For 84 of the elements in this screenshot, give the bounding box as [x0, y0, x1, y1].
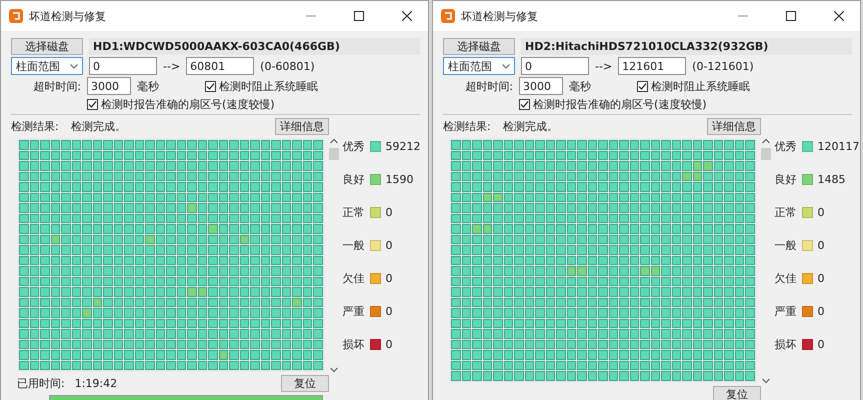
checkbox[interactable] — [87, 99, 98, 110]
chevron-icon — [70, 64, 78, 68]
reset-button[interactable]: 复位 — [713, 386, 761, 400]
legend-label: 良好 — [342, 172, 364, 186]
legend-label: 良好 — [774, 172, 796, 186]
legend-label: 损坏 — [774, 336, 796, 352]
legend-count: 0 — [818, 338, 824, 350]
range-hint: (0-121601) — [692, 60, 754, 72]
legend-label: 欠佳 — [342, 270, 364, 286]
legend-count: 1485 — [818, 172, 846, 186]
range-start-field[interactable]: 0 — [521, 57, 589, 75]
range-arrow: --> — [163, 60, 180, 72]
range-end-field[interactable]: 60801 — [186, 57, 254, 75]
legend-count: 0 — [386, 238, 392, 252]
select-disk-button[interactable]: 选择磁盘 — [11, 38, 83, 54]
maximize-icon — [354, 11, 364, 21]
legend-count: 0 — [818, 272, 824, 284]
legend-label: 严重 — [342, 304, 364, 318]
maximize-icon — [786, 11, 796, 21]
timeout-label: 超时时间: — [32, 78, 81, 94]
legend-count: 120117 — [818, 140, 860, 152]
checkbox[interactable] — [637, 80, 648, 92]
result-text: 检测完成。 — [71, 118, 126, 134]
range-arrow: --> — [595, 60, 612, 72]
checkbox[interactable] — [205, 80, 216, 92]
range-start-field[interactable]: 0 — [89, 57, 157, 75]
scroll-down-icon[interactable] — [330, 367, 338, 373]
minimize-icon — [306, 15, 316, 17]
option-label: 检测时报告准确的扇区号(速度较慢) — [101, 97, 275, 112]
legend-label: 一般 — [774, 238, 796, 252]
scrollbar-thumb[interactable] — [328, 148, 338, 160]
scroll-down-icon[interactable] — [762, 378, 770, 384]
timeout-label: 超时时间: — [464, 78, 513, 94]
disk-name: HD1:WDCWD5000AAKX-603CA0(466GB) — [89, 38, 420, 54]
legend-label: 损坏 — [342, 336, 364, 352]
close-icon — [834, 11, 844, 21]
legend-count: 0 — [386, 304, 392, 318]
timeout-field[interactable]: 3000 — [87, 77, 131, 95]
legend-count: 59212 — [386, 140, 420, 152]
disk-name: HD2:HitachiHDS721010CLA332(932GB) — [521, 38, 852, 54]
reset-button[interactable]: 复位 — [281, 375, 329, 392]
timeout-field[interactable]: 3000 — [519, 77, 563, 95]
window-title: 坏道检测与修复 — [461, 8, 539, 24]
result-label: 检测结果: — [443, 118, 492, 134]
legend-label: 一般 — [342, 238, 364, 252]
app-icon — [441, 9, 455, 23]
checkbox[interactable] — [519, 99, 530, 110]
range-dropdown[interactable]: 柱面范围 — [443, 57, 515, 75]
details-button[interactable]: 详细信息 — [275, 118, 329, 134]
app-icon — [9, 9, 23, 23]
legend-label: 优秀 — [342, 138, 364, 154]
minimize-icon — [738, 15, 748, 17]
scroll-up-icon[interactable] — [762, 138, 770, 144]
details-button[interactable]: 详细信息 — [707, 118, 761, 134]
option-label: 检测时阻止系统睡眠 — [651, 78, 750, 94]
legend-label: 严重 — [774, 304, 796, 318]
legend-count: 0 — [818, 206, 824, 218]
timeout-unit: 毫秒 — [569, 78, 591, 94]
legend-count: 0 — [386, 338, 392, 350]
legend-count: 0 — [818, 304, 824, 318]
scroll-up-icon[interactable] — [330, 138, 338, 144]
legend-label: 正常 — [774, 204, 796, 220]
range-hint: (0-60801) — [260, 60, 315, 72]
legend-label: 正常 — [342, 204, 364, 220]
chevron-icon — [502, 64, 510, 68]
result-text: 检测完成。 — [503, 118, 558, 134]
timeout-unit: 毫秒 — [137, 78, 159, 94]
scrollbar-thumb[interactable] — [760, 148, 770, 160]
elapsed-label: 已用时间: — [17, 376, 65, 391]
legend-count: 0 — [386, 272, 392, 284]
range-end-field[interactable]: 121601 — [618, 57, 686, 75]
legend-count: 1590 — [386, 172, 414, 186]
range-dropdown[interactable]: 柱面范围 — [11, 57, 83, 75]
select-disk-button[interactable]: 选择磁盘 — [443, 38, 515, 54]
result-label: 检测结果: — [11, 118, 60, 134]
elapsed-time: 1:19:42 — [74, 377, 118, 390]
legend-count: 0 — [386, 206, 392, 218]
legend-count: 0 — [818, 238, 824, 252]
option-label: 检测时报告准确的扇区号(速度较慢) — [533, 97, 707, 112]
legend-label: 优秀 — [774, 138, 796, 154]
window-title: 坏道检测与修复 — [29, 8, 107, 24]
option-label: 检测时阻止系统睡眠 — [219, 78, 318, 94]
close-icon — [402, 11, 412, 21]
legend-label: 欠佳 — [774, 270, 796, 286]
